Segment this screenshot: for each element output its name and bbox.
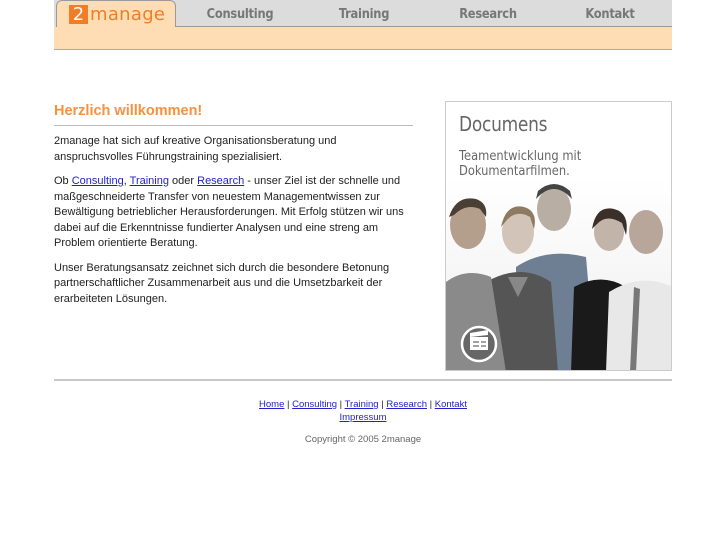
footer-link-impressum[interactable]: Impressum <box>340 412 387 423</box>
separator: | <box>427 399 435 410</box>
footer-link-consulting[interactable]: Consulting <box>292 399 337 410</box>
logo-text: manage <box>90 3 166 25</box>
tab-consulting[interactable]: Consulting <box>187 0 292 27</box>
header: 2 manage Consulting Training Research Ko… <box>54 0 672 50</box>
footer-divider <box>54 379 672 381</box>
welcome-section: Herzlich willkommen! 2manage hat sich au… <box>54 103 413 307</box>
documens-promo-banner[interactable]: Documens Teamentwicklung mit Dokumentarf… <box>445 101 672 371</box>
logo-digit: 2 <box>69 4 88 24</box>
text: Ob <box>54 175 72 187</box>
footer-nav: Home | Consulting | Training | Research … <box>54 399 672 424</box>
sub-nav-bar <box>54 27 672 50</box>
text: oder <box>168 175 198 187</box>
copyright: Copyright © 2005 2manage <box>304 434 422 445</box>
footer-link-home[interactable]: Home <box>259 399 284 410</box>
footer-link-research[interactable]: Research <box>386 399 427 410</box>
page-title: Herzlich willkommen! <box>54 103 413 126</box>
footer-link-kontakt[interactable]: Kontakt <box>435 399 467 410</box>
research-link[interactable]: Research <box>197 175 244 187</box>
promo-title: Documens <box>459 112 548 136</box>
training-link[interactable]: Training <box>130 175 169 187</box>
consulting-link[interactable]: Consulting <box>72 175 124 187</box>
tab-home[interactable]: 2 manage <box>56 0 176 27</box>
tab-research[interactable]: Research <box>435 0 540 27</box>
services-paragraph: Ob Consulting, Training oder Research - … <box>54 174 413 252</box>
team-photo <box>446 177 671 370</box>
promo-subtitle: Teamentwicklung mit Dokumentarfilmen. <box>459 149 646 179</box>
separator: | <box>337 399 345 410</box>
tab-training[interactable]: Training <box>311 0 416 27</box>
separator: | <box>284 399 293 410</box>
tab-kontakt[interactable]: Kontakt <box>557 0 662 27</box>
footer-link-training[interactable]: Training <box>345 399 379 410</box>
approach-paragraph: Unser Beratungsansatz zeichnet sich durc… <box>54 261 390 305</box>
intro-paragraph: 2manage hat sich auf kreative Organisati… <box>54 135 337 163</box>
logo: 2 manage <box>69 3 166 25</box>
top-nav: 2 manage Consulting Training Research Ko… <box>54 0 672 27</box>
promo-subtitle-line1: Teamentwicklung mit <box>459 148 582 164</box>
film-clapper-icon <box>460 325 498 363</box>
